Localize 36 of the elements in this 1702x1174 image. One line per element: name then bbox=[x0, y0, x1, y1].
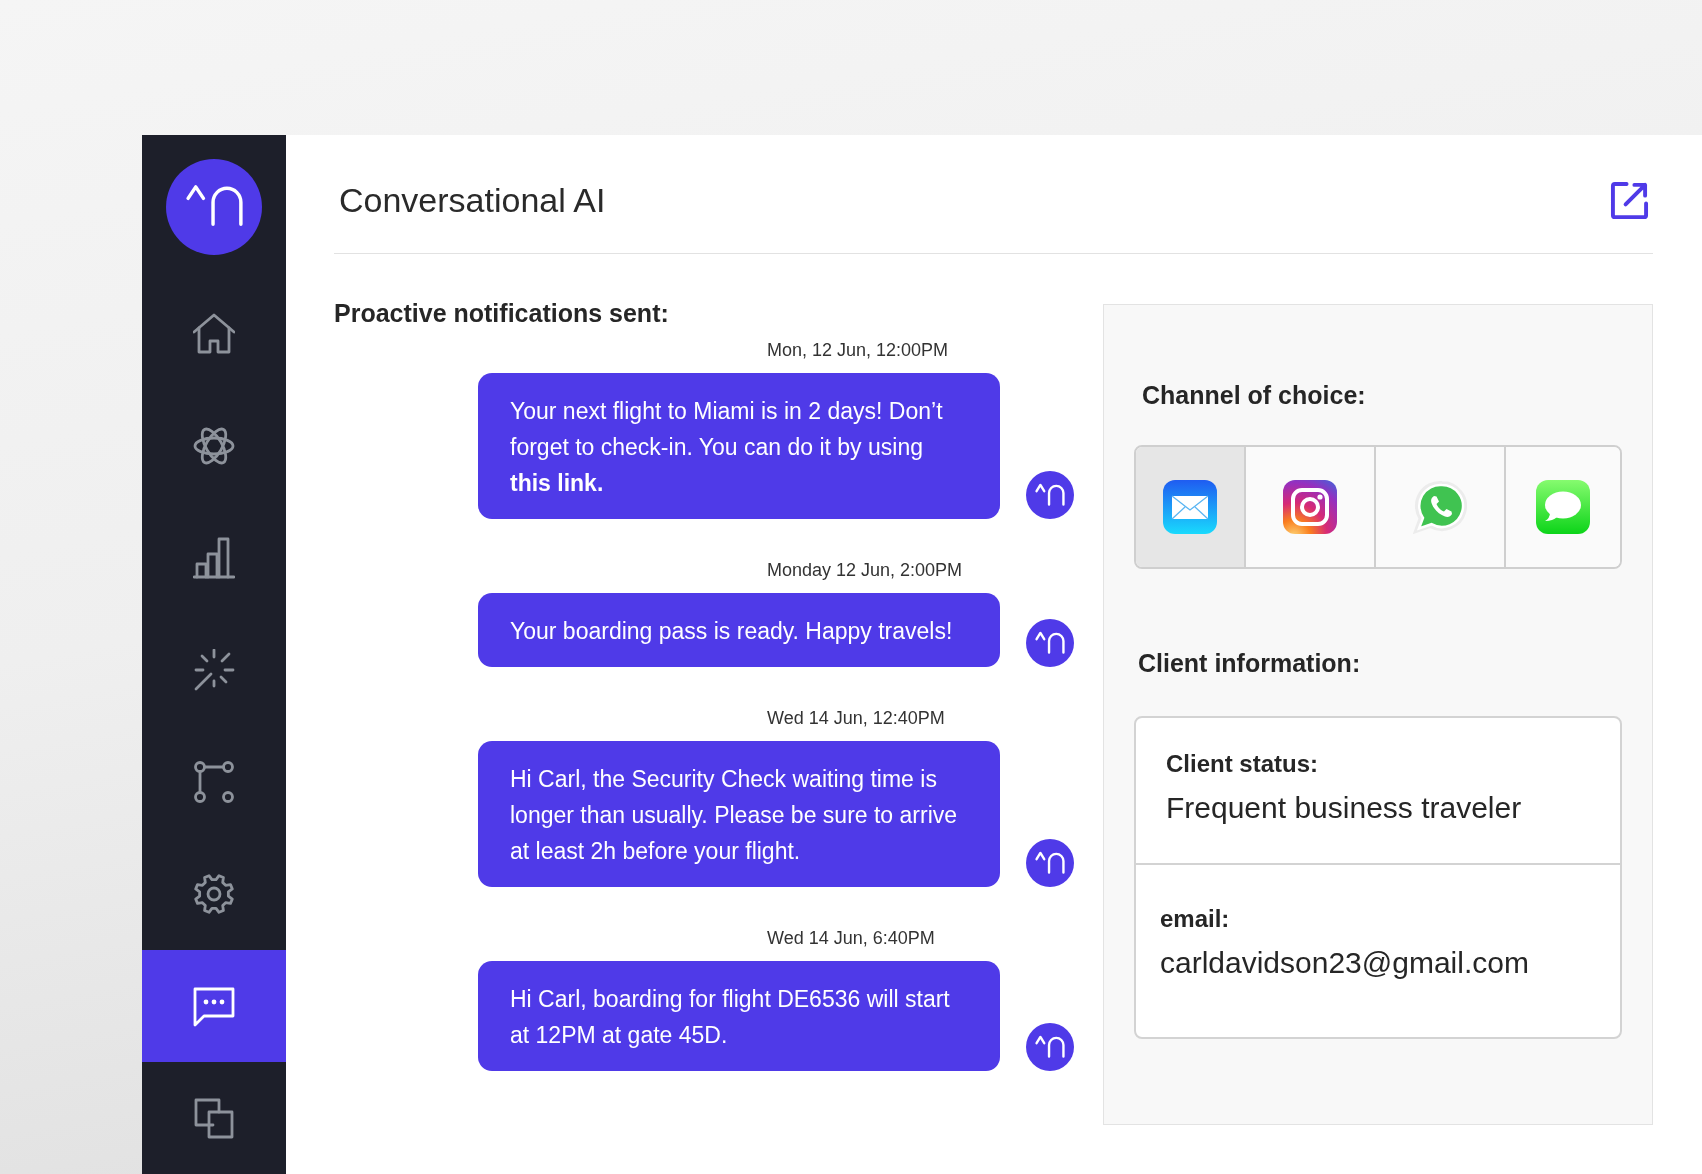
nav-button[interactable] bbox=[142, 950, 286, 1062]
bar-chart-icon[interactable] bbox=[193, 537, 235, 579]
atom-icon[interactable] bbox=[193, 425, 235, 467]
message-bubble: Your boarding pass is ready. Happy travels! bbox=[478, 593, 1000, 667]
section-heading: Channel of choice: bbox=[1142, 380, 1366, 410]
channel-option[interactable] bbox=[1136, 447, 1244, 567]
field-value: carldavidson23@gmail.com bbox=[1160, 945, 1529, 981]
field-label: email: bbox=[1160, 905, 1230, 933]
page-title: Conversational AI bbox=[339, 180, 606, 220]
external-link-icon[interactable] bbox=[1610, 180, 1649, 220]
avatar-icon bbox=[1026, 471, 1074, 519]
message-bubble: Your next flight to Miami is in 2 days! Don’t forget to check-in. You can do it by using this link. bbox=[478, 373, 1000, 519]
camera-icon bbox=[1283, 480, 1337, 534]
message-bubble: Hi Carl, boarding for flight DE6536 will start at 12PM at gate 45D. bbox=[478, 961, 1000, 1071]
message-timestamp: Wed 14 Jun, 12:40PM bbox=[767, 707, 945, 729]
sparkle-icon[interactable] bbox=[193, 649, 235, 691]
field-value: Frequent business traveler bbox=[1166, 790, 1522, 826]
connected-nodes-icon[interactable] bbox=[193, 761, 235, 803]
settings-icon[interactable] bbox=[193, 873, 235, 915]
field-label: Client status: bbox=[1166, 750, 1318, 778]
logo-icon bbox=[166, 158, 262, 255]
section-heading: Proactive notifications sent: bbox=[334, 299, 669, 327]
avatar-icon bbox=[1026, 619, 1074, 667]
phone-bubble-icon bbox=[1413, 480, 1467, 534]
message-timestamp: Wed 14 Jun, 6:40PM bbox=[767, 927, 935, 949]
chat-bubble-icon bbox=[1536, 480, 1590, 534]
message-bubble: Hi Carl, the Security Check waiting time is longer than usually. Please be sure to arrive at least 2h before your flight. bbox=[478, 741, 1000, 887]
home-icon[interactable] bbox=[193, 313, 235, 355]
avatar-icon bbox=[1026, 839, 1074, 887]
avatar-icon bbox=[1026, 1023, 1074, 1071]
mail-icon bbox=[1163, 480, 1217, 534]
chat-icon[interactable] bbox=[193, 985, 235, 1027]
section-heading: Client information: bbox=[1138, 648, 1361, 678]
message-timestamp: Mon, 12 Jun, 12:00PM bbox=[767, 339, 949, 361]
message-timestamp: Monday 12 Jun, 2:00PM bbox=[767, 559, 963, 581]
copy-icon[interactable] bbox=[193, 1097, 235, 1139]
